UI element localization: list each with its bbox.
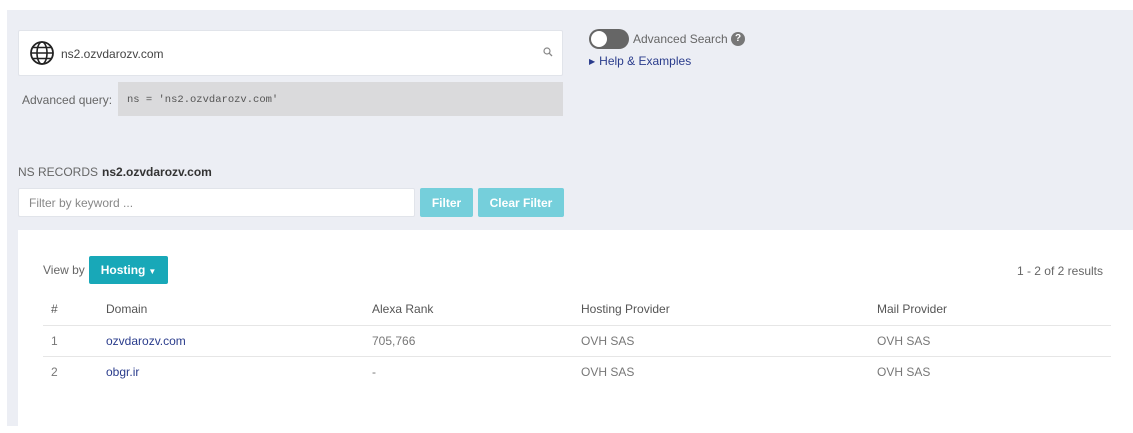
column-header-domain[interactable]: Domain bbox=[106, 294, 372, 325]
search-icon[interactable] bbox=[542, 46, 554, 58]
help-icon[interactable]: ? bbox=[731, 32, 745, 46]
column-header-hosting-provider[interactable]: Hosting Provider bbox=[581, 294, 877, 325]
column-header-alexa-rank[interactable]: Alexa Rank bbox=[372, 294, 581, 325]
column-header-number[interactable]: # bbox=[43, 294, 106, 325]
search-value[interactable]: ns2.ozvdarozv.com bbox=[61, 47, 164, 61]
advanced-query: Advanced query: ns = 'ns2.ozvdarozv.com' bbox=[18, 82, 563, 116]
advanced-query-code: ns = 'ns2.ozvdarozv.com' bbox=[118, 82, 563, 116]
view-by-value: Hosting bbox=[100, 263, 146, 277]
row-alexa-rank: 705,766 bbox=[372, 324, 581, 356]
table-row: 1 ozvdarozv.com 705,766 OVH SAS OVH SAS bbox=[43, 324, 1111, 356]
records-domain: ns2.ozvdarozv.com bbox=[102, 165, 212, 179]
view-by-label: View by bbox=[43, 263, 85, 277]
filter-input[interactable] bbox=[18, 188, 415, 217]
table-header-row: # Domain Alexa Rank Hosting Provider Mai… bbox=[43, 294, 1111, 325]
advanced-query-label: Advanced query: bbox=[22, 93, 113, 107]
help-examples-link[interactable]: ▶ Help & Examples bbox=[589, 54, 691, 68]
results-count: 1 - 2 of 2 results bbox=[1016, 264, 1103, 278]
globe-icon bbox=[30, 41, 54, 65]
view-by-dropdown[interactable]: Hosting ▼ bbox=[89, 256, 168, 284]
results-table: # Domain Alexa Rank Hosting Provider Mai… bbox=[43, 294, 1111, 387]
row-domain-link[interactable]: ozvdarozv.com bbox=[106, 324, 372, 356]
caret-down-icon: ▼ bbox=[148, 267, 157, 276]
row-number: 1 bbox=[43, 324, 106, 356]
table-row: 2 obgr.ir - OVH SAS OVH SAS bbox=[43, 355, 1111, 387]
row-mail-provider: OVH SAS bbox=[877, 324, 1111, 356]
row-mail-provider: OVH SAS bbox=[877, 355, 1111, 387]
caret-right-icon: ▶ bbox=[589, 57, 596, 66]
advanced-search-label: Advanced Search bbox=[633, 32, 728, 46]
row-domain-link[interactable]: obgr.ir bbox=[106, 355, 372, 387]
clear-filter-button[interactable]: Clear Filter bbox=[478, 188, 564, 217]
row-alexa-rank: - bbox=[372, 355, 581, 387]
records-title: NS RECORDS ns2.ozvdarozv.com bbox=[18, 165, 212, 179]
results-panel: View by Hosting ▼ 1 - 2 of 2 results # Do… bbox=[18, 230, 1133, 426]
row-number: 2 bbox=[43, 355, 106, 387]
row-hosting-provider: OVH SAS bbox=[581, 355, 877, 387]
help-examples-label[interactable]: Help & Examples bbox=[599, 54, 691, 68]
records-type-label: NS RECORDS bbox=[18, 165, 99, 179]
search-box[interactable]: ns2.ozvdarozv.com bbox=[18, 30, 563, 76]
row-hosting-provider: OVH SAS bbox=[581, 324, 877, 356]
advanced-search-toggle[interactable] bbox=[589, 29, 629, 49]
toggle-knob bbox=[591, 31, 607, 47]
column-header-mail-provider[interactable]: Mail Provider bbox=[877, 294, 1111, 325]
filter-button[interactable]: Filter bbox=[420, 188, 473, 217]
